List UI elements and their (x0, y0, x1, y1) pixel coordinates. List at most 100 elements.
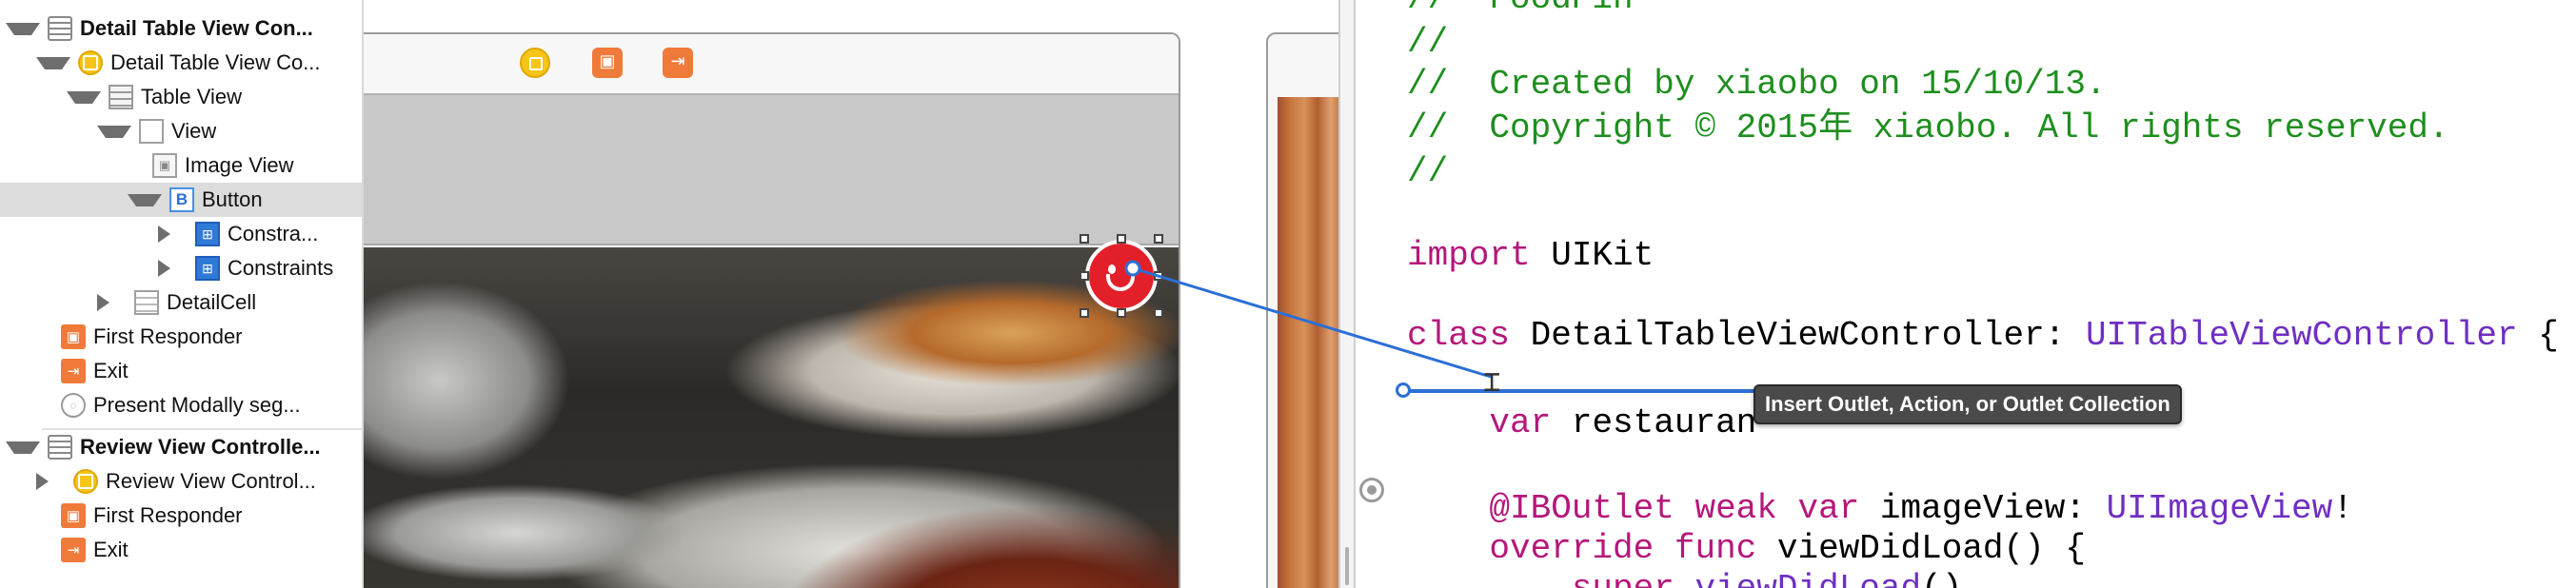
disclosure-triangle-icon[interactable] (36, 56, 70, 69)
code-line[interactable]: // Copyright © 2015年 xiaobo. All rights … (1407, 108, 2449, 148)
constraints-icon: ⊞ (195, 222, 220, 246)
navigation-bar (364, 133, 1179, 245)
disclosure-triangle-icon[interactable] (6, 441, 40, 454)
code-token: UIImageView (2106, 489, 2333, 528)
outline-item[interactable]: Review View Controlle... (0, 430, 362, 464)
outline-item-label: Review View Controlle... (80, 435, 321, 459)
food-image-view[interactable] (364, 247, 1179, 588)
text-cursor-icon: ⌶ (1483, 368, 1501, 401)
view-icon (139, 119, 164, 144)
outline-item-label: First Responder (93, 503, 243, 527)
outline-item-label: Detail Table View Con... (80, 16, 313, 40)
outline-item[interactable]: Table View (0, 80, 362, 114)
detail-table-view-scene[interactable]: ▣ ⇥ (364, 32, 1180, 588)
outline-item-label: Constra... (228, 222, 319, 245)
outline-item[interactable]: ⊞ Constraints (0, 251, 362, 285)
code-token: // (1407, 23, 1449, 62)
outline-item-label: Button (202, 187, 263, 211)
storyboard-canvas[interactable]: ▣ ⇥ (364, 0, 1338, 588)
disclosure-triangle-icon[interactable] (36, 473, 66, 490)
first-responder-icon: ▣ (61, 324, 86, 349)
exit-icon: ⇥ (61, 538, 86, 562)
button-icon: B (169, 187, 194, 212)
disclosure-triangle-icon[interactable] (158, 260, 188, 277)
insertion-line (1405, 389, 1757, 393)
code-line[interactable]: @IBOutlet weak var imageView: UIImageVie… (1407, 489, 2353, 529)
outline-item[interactable]: View (0, 114, 362, 148)
outline-item[interactable]: Detail Table View Con... (0, 11, 362, 46)
resize-handle[interactable] (1080, 308, 1089, 318)
resize-handle[interactable] (1117, 308, 1126, 318)
first-responder-icon[interactable]: ▣ (592, 48, 623, 78)
code-line[interactable]: class DetailTableViewController: UITable… (1407, 316, 2559, 356)
insert-outlet-tooltip: Insert Outlet, Action, or Outlet Collect… (1754, 384, 2182, 424)
code-line[interactable]: // FoodPin (1407, 0, 1634, 19)
resize-handle[interactable] (1154, 271, 1163, 281)
code-token: super (1572, 569, 1674, 588)
code-line[interactable]: override func viewDidLoad() { (1407, 529, 2086, 569)
code-token: var (1489, 403, 1552, 442)
code-line[interactable]: import UIKit (1407, 236, 1654, 276)
outline-item-label: View (171, 119, 217, 143)
code-line[interactable]: var restauran (1407, 403, 1756, 443)
review-view-scene[interactable] (1266, 32, 1338, 588)
code-token: UIKit (1530, 236, 1655, 275)
outline-item-label: DetailCell (167, 290, 257, 314)
code-line[interactable]: // Created by xiaobo on 15/10/13. (1407, 65, 2107, 105)
table-cell-icon (134, 290, 159, 315)
outline-item[interactable]: ⇥ Exit (0, 533, 362, 567)
outline-item[interactable]: ▣ First Responder (0, 499, 362, 533)
outline-item[interactable]: ⊞ Constra... (0, 217, 362, 251)
code-line[interactable]: // (1407, 23, 1448, 63)
view-controller-icon (73, 469, 98, 494)
outline-item[interactable]: ⇥ Exit (0, 354, 362, 388)
outline-item[interactable]: ▣ First Responder (0, 320, 362, 354)
code-token: ! (2332, 489, 2353, 528)
outline-item[interactable]: B Button (0, 183, 362, 217)
view-controller-icon[interactable] (520, 48, 550, 78)
editor-gutter (1356, 0, 1407, 588)
scene-dock: ▣ ⇥ (364, 34, 1179, 95)
outline-item-label: Present Modally seg... (93, 393, 301, 417)
exit-icon[interactable]: ⇥ (663, 48, 693, 78)
editor-split-divider[interactable] (1338, 0, 1356, 588)
code-token: @IBOutlet (1489, 489, 1674, 528)
code-token: imageView: (1859, 489, 2107, 528)
resize-handle[interactable] (1117, 234, 1126, 244)
resize-handle[interactable] (1080, 234, 1089, 244)
background-image-view (1278, 97, 1338, 588)
code-token: override (1489, 529, 1655, 568)
disclosure-triangle-icon[interactable] (67, 90, 101, 104)
code-token: func (1674, 529, 1757, 568)
outline-item[interactable]: Review View Control... (0, 464, 362, 499)
rating-button[interactable] (1080, 234, 1163, 318)
outline-item[interactable]: ◌ Present Modally seg... (0, 388, 362, 422)
code-token: viewDidLoad (1694, 569, 1921, 588)
outline-item[interactable]: ▣ Image View (0, 148, 362, 183)
disclosure-triangle-icon[interactable] (6, 22, 40, 35)
insertion-point-icon (1396, 382, 1411, 398)
outline-item[interactable]: DetailCell (0, 285, 362, 320)
resize-handle[interactable] (1154, 308, 1163, 318)
resize-handle[interactable] (1080, 271, 1089, 281)
disclosure-triangle-icon[interactable] (158, 225, 188, 243)
resize-handle[interactable] (1154, 234, 1163, 244)
disclosure-triangle-icon[interactable] (97, 125, 131, 138)
outlet-connection-indicator-icon[interactable] (1359, 478, 1384, 502)
storyboard-scene-icon (48, 16, 72, 41)
code-token: . (1674, 569, 1695, 588)
code-token: // Created by xiaobo on 15/10/13. (1407, 65, 2107, 104)
disclosure-triangle-icon[interactable] (128, 193, 162, 206)
exit-icon: ⇥ (61, 359, 86, 383)
outline-item[interactable]: Detail Table View Co... (0, 46, 362, 80)
code-line[interactable]: // (1407, 152, 1448, 192)
code-line[interactable]: super.viewDidLoad() (1407, 569, 1963, 588)
disclosure-triangle-icon[interactable] (97, 294, 127, 311)
code-editor[interactable]: // FoodPin//// Created by xiaobo on 15/1… (1407, 0, 2576, 588)
